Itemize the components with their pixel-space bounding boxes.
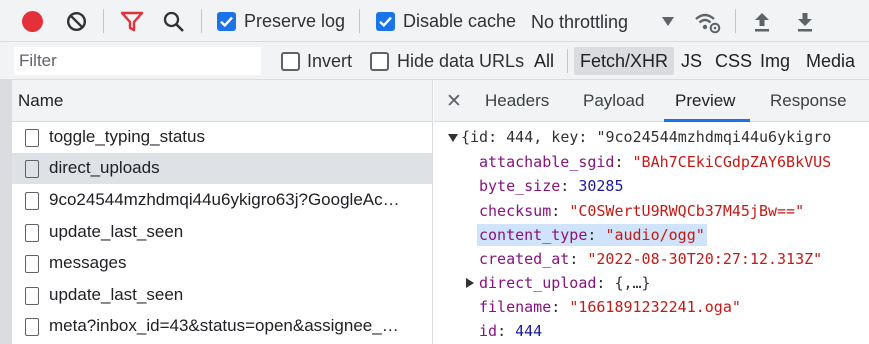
json-key: content_type — [479, 226, 588, 244]
request-row[interactable]: toggle_typing_status — [12, 122, 432, 153]
import-har-icon[interactable] — [752, 11, 772, 33]
json-field-highlighted[interactable]: content_type: "audio/ogg" — [477, 224, 707, 246]
filter-bar: Invert Hide data URLs All Fetch/XHR JS C… — [0, 42, 869, 80]
preserve-log-checkbox[interactable] — [217, 12, 236, 31]
throttling-select[interactable]: No throttling — [531, 11, 628, 33]
preserve-log-label: Preserve log — [244, 11, 346, 31]
name-column-header[interactable]: Name — [12, 80, 433, 122]
document-icon — [25, 192, 39, 210]
network-conditions-icon[interactable] — [693, 10, 721, 34]
request-list: toggle_typing_status direct_uploads 9co2… — [12, 122, 433, 344]
disable-cache-label: Disable cache — [403, 11, 517, 31]
document-icon — [25, 318, 39, 336]
type-filter-js[interactable]: JS — [681, 50, 702, 72]
tab-payload[interactable]: Payload — [583, 91, 644, 111]
json-field[interactable]: created_at: "2022-08-30T20:27:12.313Z" — [479, 248, 822, 270]
json-value: {,…} — [614, 274, 651, 292]
json-value: "C0SWertU9RWQCb37M45jBw==" — [569, 202, 805, 220]
hide-data-urls-checkbox[interactable] — [370, 52, 389, 71]
export-har-icon[interactable] — [795, 11, 815, 33]
json-key: filename — [479, 298, 552, 316]
json-key: direct_upload — [479, 274, 597, 292]
request-name: direct_uploads — [49, 158, 160, 177]
json-field[interactable]: checksum: "C0SWertU9RWQCb37M45jBw==" — [479, 200, 804, 222]
request-row[interactable]: meta?inbox_id=43&status=open&assignee_… — [12, 311, 432, 342]
toolbar-divider — [103, 9, 104, 33]
json-field[interactable]: filename: "1661891232241.oga" — [479, 296, 741, 318]
json-field[interactable]: attachable_sgid: "BAh7CEkiCGdpZAY6BkVUS — [479, 151, 831, 173]
network-toolbar: Preserve log Disable cache No throttling — [0, 0, 869, 42]
request-row[interactable]: update_last_seen — [12, 280, 432, 311]
json-value: "BAh7CEkiCGdpZAY6BkVUS — [632, 153, 832, 171]
filter-divider — [567, 49, 568, 73]
invert-checkbox[interactable] — [281, 52, 300, 71]
search-icon[interactable] — [162, 10, 186, 34]
detail-tab-bar: ✕ Headers Payload Preview Response — [434, 80, 869, 122]
type-filter-media[interactable]: Media — [806, 50, 855, 72]
invert-label: Invert — [307, 51, 353, 71]
request-name: 9co24544mzhdmqi44u6ykigro63j?GoogleAc… — [49, 190, 400, 209]
json-field[interactable]: id: 444 — [479, 320, 542, 342]
request-row[interactable]: messages — [12, 248, 432, 279]
filter-input[interactable] — [14, 47, 261, 75]
json-value: "audio/ogg" — [605, 226, 705, 244]
request-row[interactable]: update_last_seen — [12, 217, 432, 248]
request-row[interactable]: direct_uploads — [12, 153, 432, 184]
toolbar-divider — [201, 9, 202, 33]
hide-data-urls-label: Hide data URLs — [397, 51, 525, 71]
expand-arrow-icon[interactable] — [466, 278, 474, 288]
request-name: meta?inbox_id=43&status=open&assignee_… — [49, 316, 399, 335]
request-row[interactable]: 9co24544mzhdmqi44u6ykigro63j?GoogleAc… — [12, 185, 432, 216]
type-filter-css[interactable]: CSS — [715, 50, 752, 72]
document-icon — [25, 129, 39, 147]
json-key: created_at — [479, 250, 570, 268]
tab-headers[interactable]: Headers — [485, 91, 549, 111]
json-field[interactable]: direct_upload: {,…} — [479, 272, 651, 294]
close-icon[interactable]: ✕ — [446, 90, 462, 113]
json-value: "2022-08-30T20:27:12.313Z" — [587, 250, 823, 268]
json-key: id — [479, 322, 498, 340]
type-filter-img[interactable]: Img — [760, 50, 790, 72]
toolbar-divider — [359, 9, 360, 33]
record-icon[interactable] — [22, 11, 43, 32]
toolbar-divider — [735, 9, 736, 33]
document-icon — [25, 255, 39, 273]
request-name: messages — [49, 253, 127, 272]
clear-icon[interactable] — [66, 11, 87, 32]
json-key: attachable_sgid — [479, 153, 615, 171]
preview-panel: {id: 444, key: "9co24544mzhdmqi44u6ykigr… — [434, 122, 869, 344]
document-icon — [25, 287, 39, 305]
type-filter-fetch-xhr[interactable]: Fetch/XHR — [574, 47, 675, 75]
json-value: "1661891232241.oga" — [569, 298, 741, 316]
request-name: update_last_seen — [49, 222, 184, 241]
json-key: byte_size — [479, 177, 561, 195]
json-field[interactable]: byte_size: 30285 — [479, 175, 624, 197]
disable-cache-checkbox[interactable] — [376, 12, 395, 31]
json-key: checksum — [479, 202, 552, 220]
tab-preview[interactable]: Preview — [675, 91, 735, 111]
json-value: 444 — [515, 322, 543, 340]
name-column-label: Name — [18, 91, 64, 110]
json-value: 30285 — [578, 177, 624, 195]
tab-response[interactable]: Response — [770, 91, 847, 111]
document-icon — [25, 160, 39, 178]
request-name: toggle_typing_status — [49, 127, 205, 146]
type-filter-all[interactable]: All — [534, 50, 554, 72]
chevron-down-icon[interactable] — [662, 17, 674, 26]
request-name: update_last_seen — [49, 285, 184, 304]
filter-icon[interactable] — [120, 11, 144, 33]
collapse-arrow-icon[interactable] — [448, 134, 458, 142]
json-root-summary[interactable]: {id: 444, key: "9co24544mzhdmqi44u6ykigr… — [461, 126, 831, 148]
document-icon — [25, 224, 39, 242]
drawer-edge — [0, 80, 12, 344]
